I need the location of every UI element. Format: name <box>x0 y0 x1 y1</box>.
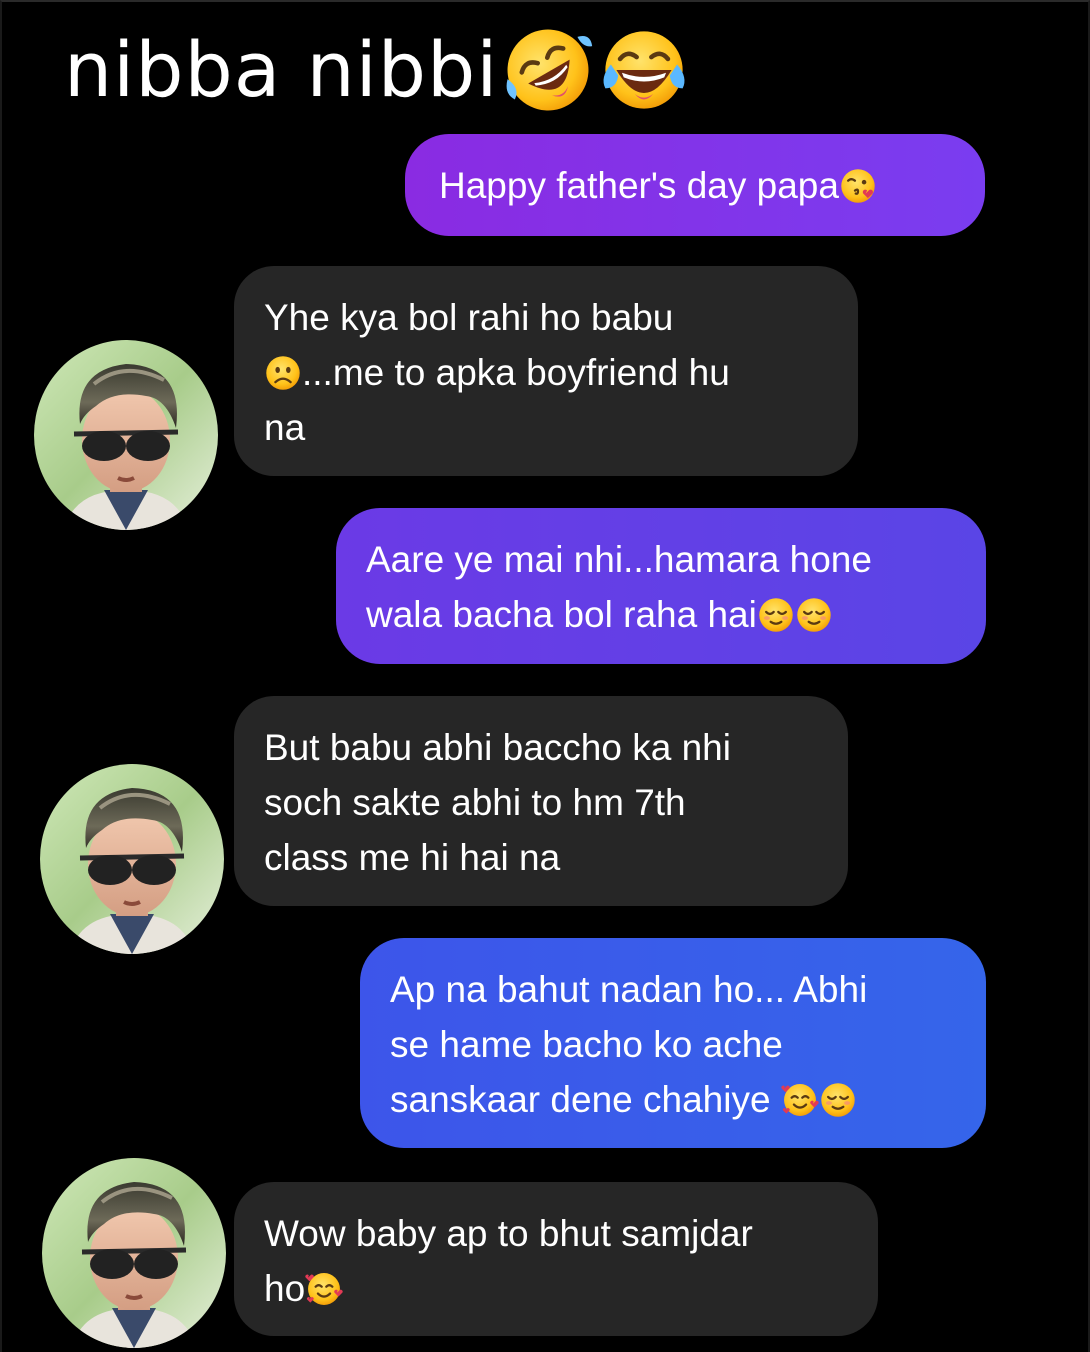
message-received[interactable]: But babu abhi baccho ka nhi soch sakte a… <box>234 696 848 906</box>
message-line: se hame bacho ko ache <box>390 1024 783 1065</box>
message-line: But babu abhi baccho ka nhi <box>264 727 731 768</box>
message-line: ...me to apka boyfriend hu <box>302 352 730 393</box>
message-line: Wow baby ap to bhut samjdar <box>264 1213 753 1254</box>
chat-screen: nibba nibbi Happy father's day papa Yhe … <box>0 0 1090 1352</box>
message-sent[interactable]: Ap na bahut nadan ho... Abhi se hame bac… <box>360 938 986 1148</box>
message-line: Ap na bahut nadan ho... Abhi <box>390 969 868 1010</box>
message-line: Yhe kya bol rahi ho babu <box>264 297 674 338</box>
message-line: Aare ye mai nhi...hamara hone <box>366 539 872 580</box>
frowning-face-icon <box>266 356 300 390</box>
message-line: sanskaar dene chahiye <box>390 1079 771 1120</box>
message-line: wala bacha bol raha hai <box>366 594 757 635</box>
message-text: Happy father's day papa <box>439 165 839 206</box>
tears-of-joy-icon <box>603 31 685 109</box>
smiling-face-with-hearts-icon <box>781 1084 819 1116</box>
avatar[interactable] <box>42 1158 226 1348</box>
face-blowing-kiss-icon <box>841 169 875 203</box>
message-sent[interactable]: Aare ye mai nhi...hamara hone wala bacha… <box>336 508 986 664</box>
message-line: class me hi hai na <box>264 837 561 878</box>
message-line: soch sakte abhi to hm 7th <box>264 782 686 823</box>
rolling-on-floor-laughing-icon <box>506 29 593 111</box>
message-received[interactable]: Wow baby ap to bhut samjdar ho <box>234 1182 878 1336</box>
relieved-face-icon <box>759 598 793 632</box>
avatar[interactable] <box>34 340 218 530</box>
message-line: na <box>264 407 306 448</box>
avatar[interactable] <box>40 764 224 954</box>
relieved-face-icon <box>821 1083 855 1117</box>
message-line: ho <box>264 1268 306 1309</box>
message-sent[interactable]: Happy father's day papa <box>405 134 985 236</box>
page-title: nibba nibbi <box>64 25 499 114</box>
chat-header: nibba nibbi <box>64 20 690 120</box>
smiling-face-with-hearts-icon <box>305 1273 343 1305</box>
relieved-face-icon <box>797 598 831 632</box>
message-received[interactable]: Yhe kya bol rahi ho babu ...me to apka b… <box>234 266 858 476</box>
